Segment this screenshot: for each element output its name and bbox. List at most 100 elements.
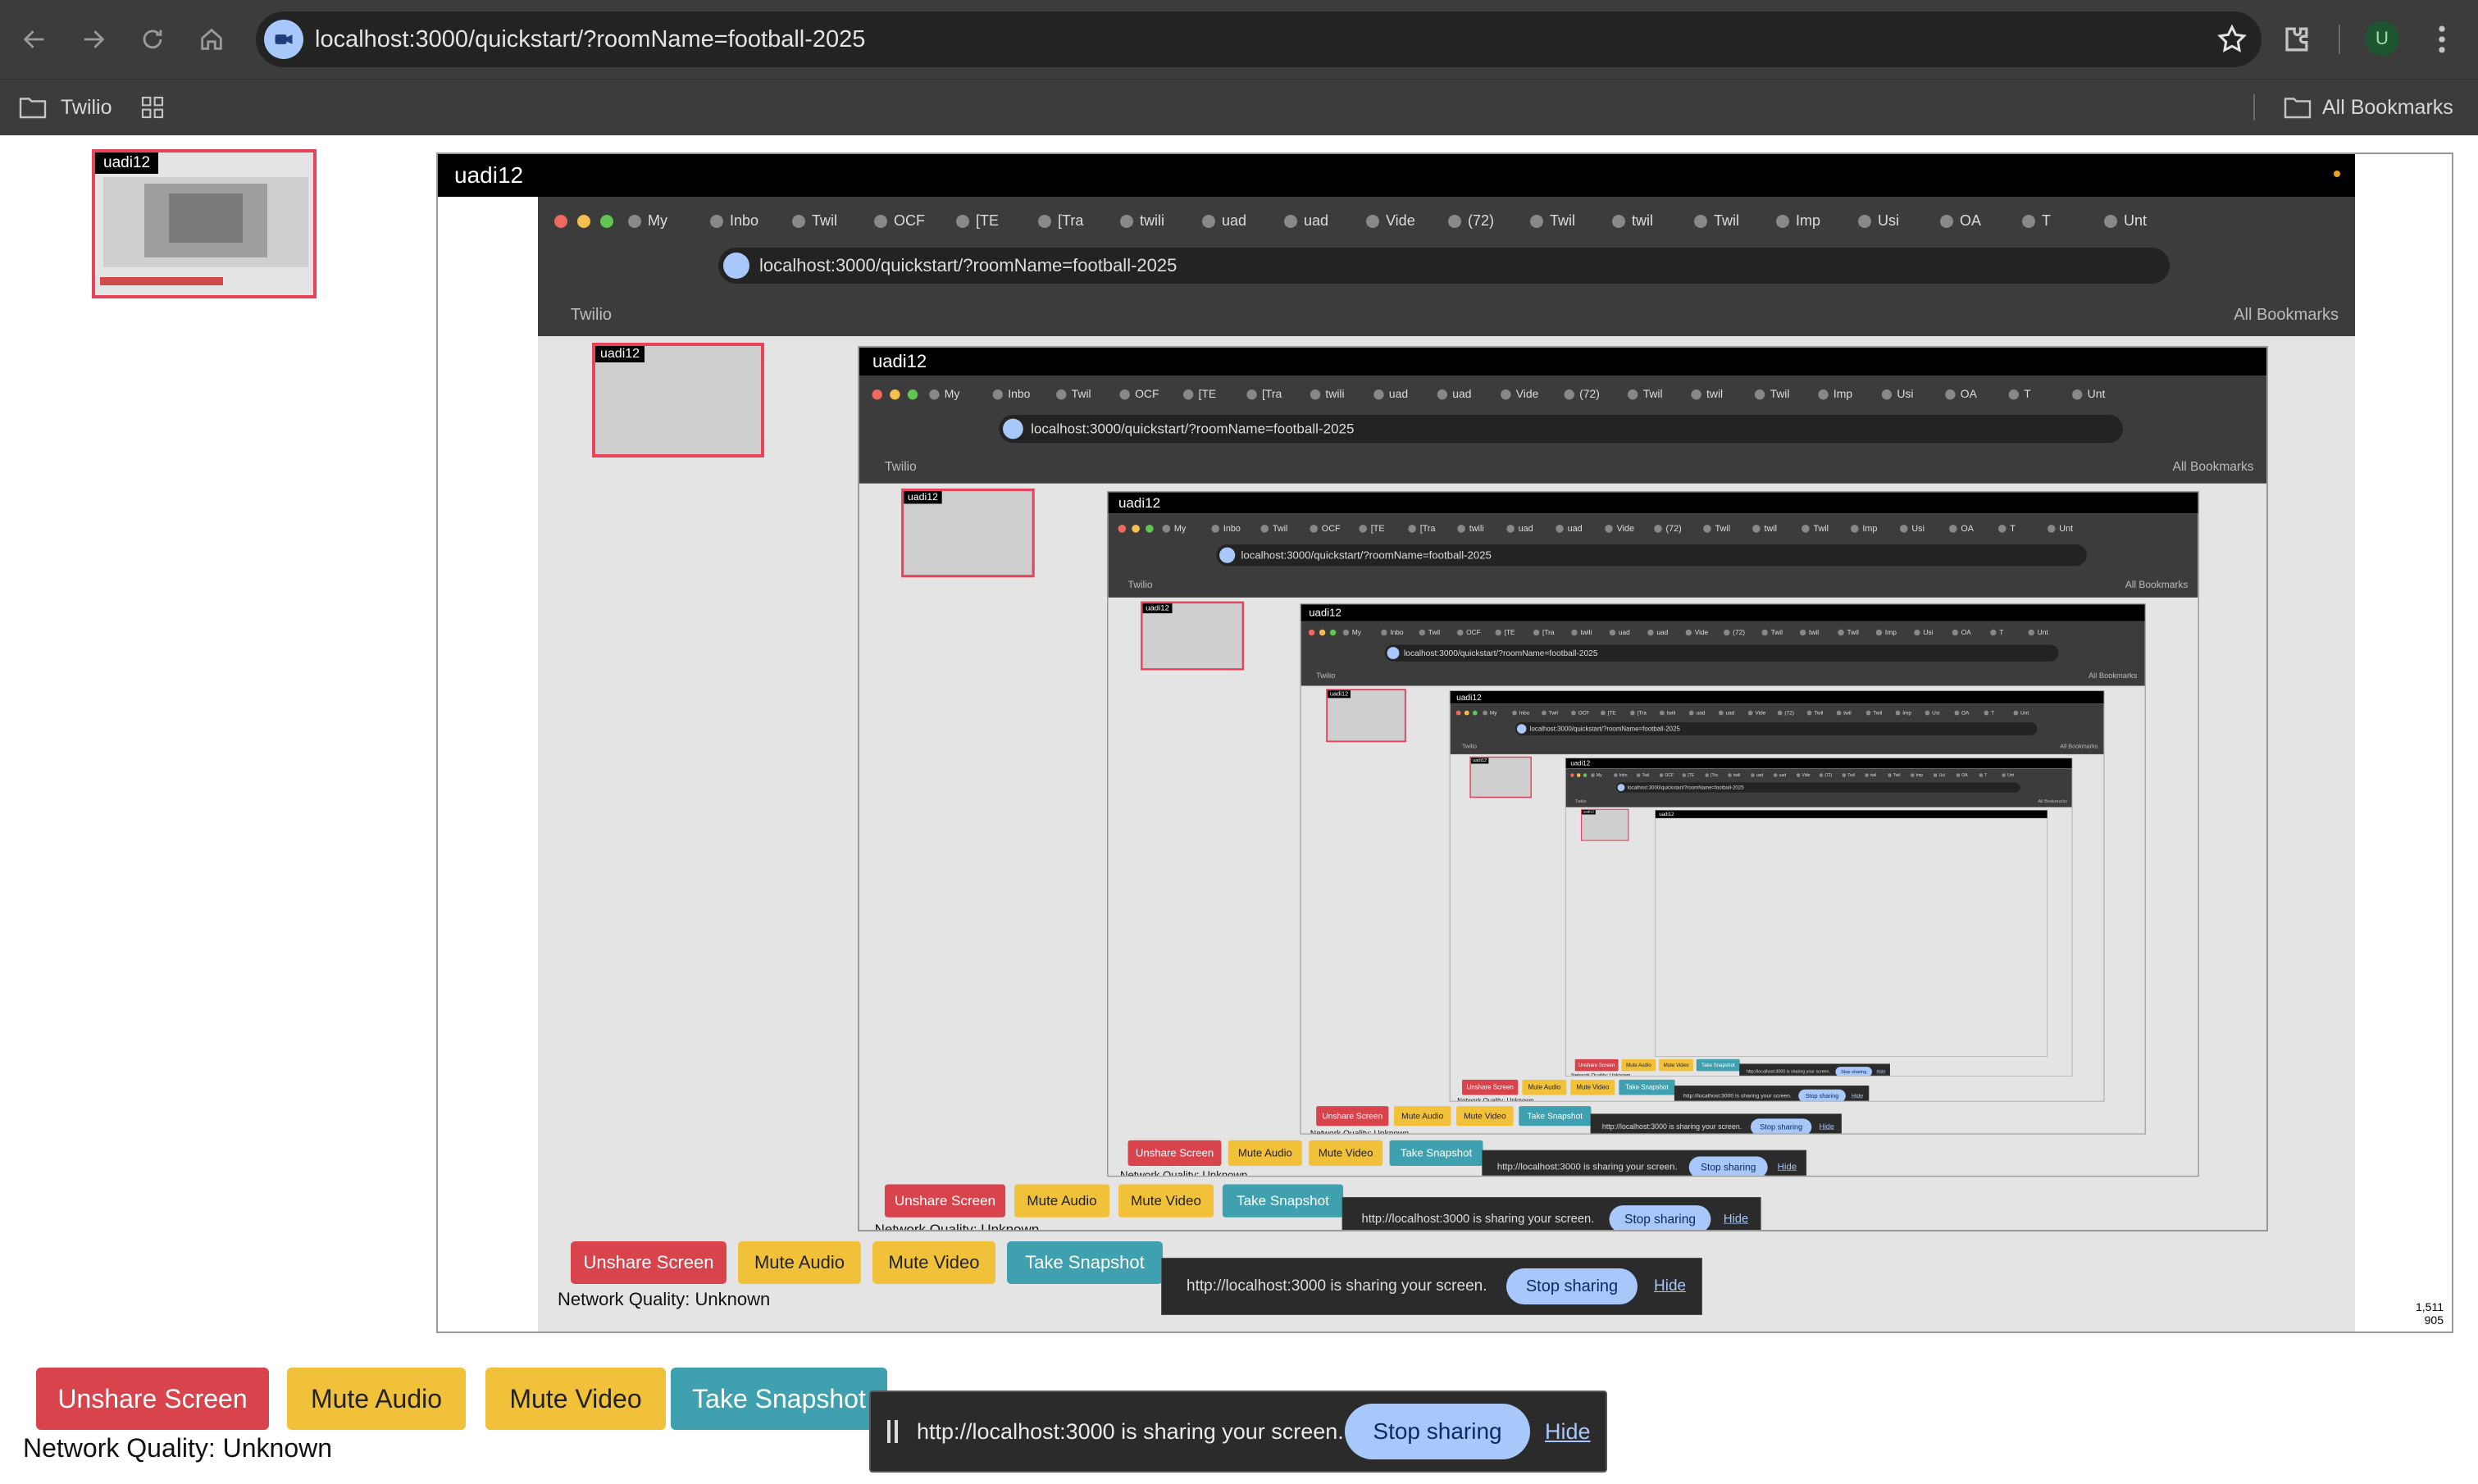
tab-favicon-icon [1495, 629, 1501, 636]
tab-title: twil [1870, 772, 1877, 778]
tab-title: uad [1567, 523, 1583, 534]
mute-audio-button[interactable]: Mute Audio [287, 1368, 466, 1430]
take-snapshot-button[interactable]: Take Snapshot [671, 1368, 887, 1430]
tab-favicon-icon [1718, 710, 1724, 716]
tab-title: twil [1632, 212, 1653, 229]
window-dot [907, 389, 918, 400]
tab-title: Twil [812, 212, 837, 229]
nested-tab: Inbo [710, 208, 784, 233]
tab-title: Vide [1386, 212, 1415, 229]
nested-tab: T [1990, 626, 2025, 638]
stop-sharing-button[interactable]: Stop sharing [1345, 1404, 1530, 1459]
nested-remote-frame: uadi12 My Inbo Twil OCF [TE [Tra twili uad uad Vid… [858, 346, 2268, 1231]
tab-title: OA [1960, 387, 1977, 401]
url-text[interactable]: localhost:3000/quickstart/?roomName=foot… [315, 11, 865, 67]
remote-header: uadi12 [438, 154, 2355, 197]
nested-tab: [TE [1601, 708, 1627, 717]
nested-tab: Unt [2072, 385, 2130, 403]
nested-tab: uad [1373, 385, 1431, 403]
nested-tab: OCF [1310, 521, 1354, 535]
nested-tab: Usi [1933, 772, 1954, 778]
tab-favicon-icon [1629, 710, 1635, 716]
tab-favicon-icon [1456, 629, 1464, 636]
nested-share-bar: http://localhost:3000 is sharing your sc… [1161, 1258, 1702, 1315]
tab-title: [TE [976, 212, 1000, 229]
nested-share-bar: http://localhost:3000 is sharing your sc… [1590, 1113, 1842, 1134]
all-bookmarks-link[interactable]: All Bookmarks [2322, 80, 2453, 135]
nested-tab: Imp [1818, 385, 1875, 403]
nested-all-bookmarks: All Bookmarks [2172, 459, 2254, 475]
back-icon[interactable] [16, 21, 52, 57]
tab-favicon-icon [1381, 629, 1387, 636]
address-bar[interactable]: localhost:3000/quickstart/?roomName=foot… [256, 11, 2262, 67]
nested-level-5: My Inbo Twil OCF [TE [Tra twili uad uad Vide (72) T… [1450, 703, 2104, 1101]
tab-favicon-icon [1895, 710, 1901, 716]
profile-avatar[interactable]: U [2365, 21, 2399, 56]
tab-favicon-icon [1694, 215, 1707, 229]
nested-site-icon [1617, 784, 1625, 791]
tab-title: Usi [1938, 772, 1945, 778]
nested-tab: Twil [1056, 385, 1114, 403]
tab-title: [TE [1198, 387, 1217, 401]
reload-icon[interactable] [134, 21, 171, 57]
window-dot [1132, 525, 1140, 533]
tab-title: Twil [1071, 387, 1091, 401]
nested-tab: Inbo [1512, 708, 1538, 717]
bookmark-star-icon[interactable] [2216, 23, 2248, 56]
tab-favicon-icon [1609, 629, 1616, 636]
bookmark-twilio[interactable]: Twilio [61, 80, 112, 135]
tab-favicon-icon [1284, 215, 1297, 229]
nested-tab: uad [1437, 385, 1495, 403]
mute-video-button[interactable]: Mute Video [485, 1368, 666, 1430]
tab-title: OA [1960, 212, 1982, 229]
nested-snap-button: Take Snapshot [1007, 1241, 1163, 1284]
nested-remote-head [1655, 810, 2048, 818]
window-dot [872, 389, 882, 400]
tab-favicon-icon [1796, 773, 1801, 777]
nested-network-quality: Network Quality: Unknown [1571, 1072, 1631, 1077]
apps-grid-icon[interactable] [139, 94, 166, 121]
nested-tab: Twil [1530, 208, 1604, 233]
tab-title: Usi [1923, 628, 1934, 636]
tab-favicon-icon [792, 215, 805, 229]
window-dot [1464, 710, 1469, 716]
tab-title: Imp [1862, 523, 1878, 534]
tab-favicon-icon [1979, 773, 1984, 777]
tab-favicon-icon [1952, 629, 1959, 636]
forward-icon[interactable] [75, 21, 112, 57]
tab-title: [Tra [1710, 772, 1718, 778]
nested-tab: Usi [1925, 708, 1952, 717]
nested-tab: OCF [874, 208, 948, 233]
tab-title: Twil [1847, 772, 1855, 778]
home-icon[interactable] [194, 21, 230, 57]
nested-local-name: uadi12 [1582, 809, 1596, 815]
tab-favicon-icon [2002, 773, 2006, 777]
hide-link[interactable]: Hide [1545, 1392, 1591, 1471]
nested-tab: Unt [2002, 772, 2022, 778]
nested-tab: Imp [1776, 208, 1850, 233]
tab-favicon-icon [1408, 525, 1416, 533]
tab-title: Imp [1796, 212, 1821, 229]
nested-tab: Imp [1875, 626, 1911, 638]
kebab-menu-icon[interactable] [2424, 21, 2460, 57]
nested-tab: Twil [1761, 626, 1796, 638]
nested-tab: uad [1718, 708, 1745, 717]
nested-snap-button: Take Snapshot [1619, 1079, 1675, 1095]
tab-favicon-icon [1682, 773, 1687, 777]
tab-favicon-icon [1777, 710, 1783, 716]
nested-snap-button: Take Snapshot [1222, 1184, 1344, 1218]
nested-network-quality: Network Quality: Unknown [1310, 1128, 1410, 1135]
tab-favicon-icon [1836, 710, 1842, 716]
nested-mute_a-button: Mute Audio [738, 1241, 861, 1284]
nested-site-icon [1387, 647, 1400, 659]
unshare-screen-button[interactable]: Unshare Screen [36, 1368, 269, 1430]
tab-favicon-icon [1888, 773, 1892, 777]
tab-favicon-icon [1806, 710, 1812, 716]
extensions-icon[interactable] [2278, 21, 2314, 57]
local-video-content [103, 177, 308, 267]
tab-title: [Tra [1058, 212, 1084, 229]
nested-local-thumb: uadi12 [901, 488, 1035, 578]
tab-favicon-icon [1990, 629, 1997, 636]
nested-tab: Usi [1914, 626, 1948, 638]
tab-title: uad [1518, 523, 1533, 534]
